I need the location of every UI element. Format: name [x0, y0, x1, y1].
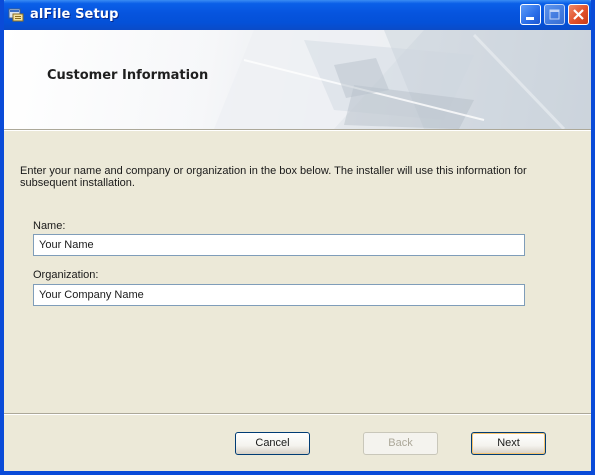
maximize-button [544, 4, 565, 25]
setup-window: alFile Setup Customer Information Enter … [0, 0, 595, 475]
header-banner: Customer Information [4, 30, 591, 129]
setup-icon [8, 6, 24, 22]
banner-divider-highlight [4, 130, 591, 131]
window-title: alFile Setup [30, 7, 119, 22]
instructions-text: Enter your name and company or organizat… [20, 165, 527, 189]
organization-field[interactable] [33, 284, 525, 306]
footer-divider-highlight [4, 414, 591, 415]
close-icon [573, 9, 584, 20]
name-field[interactable] [33, 234, 525, 256]
name-label: Name: [33, 220, 66, 232]
minimize-button[interactable] [520, 4, 541, 25]
organization-label: Organization: [33, 269, 99, 281]
cancel-button[interactable]: Cancel [235, 432, 310, 455]
maximize-icon [549, 9, 560, 20]
minimize-icon [526, 17, 534, 20]
next-button[interactable]: Next [471, 432, 546, 455]
back-button: Back [363, 432, 438, 455]
title-bar[interactable]: alFile Setup [4, 0, 591, 30]
page-heading: Customer Information [47, 68, 209, 83]
close-button[interactable] [568, 4, 589, 25]
